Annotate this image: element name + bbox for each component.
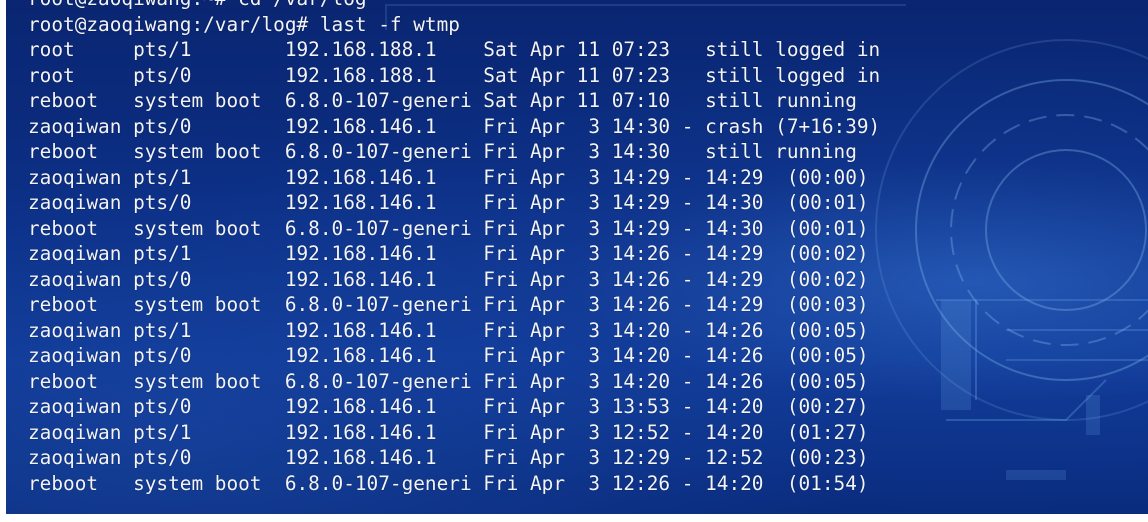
output-line: zaoqiwan pts/0 192.168.146.1 Fri Apr 3 1… <box>28 344 869 367</box>
output-line: zaoqiwan pts/1 192.168.146.1 Fri Apr 3 1… <box>28 242 869 265</box>
terminal-output: root@zaoqiwang:~# cd /var/logroot@zaoqiw… <box>28 0 880 496</box>
output-line: zaoqiwan pts/0 192.168.146.1 Fri Apr 3 1… <box>28 267 869 291</box>
output-line: zaoqiwan pts/1 192.168.146.1 Fri Apr 3 1… <box>28 318 869 342</box>
output-line: reboot system boot 6.8.0-107-generi Fri … <box>28 216 869 240</box>
output-line: reboot system boot 6.8.0-107-generi Sat … <box>28 89 857 112</box>
output-line: reboot system boot 6.8.0-107-generi Fri … <box>28 369 869 393</box>
output-line: zaoqiwan pts/1 192.168.146.1 Fri Apr 3 1… <box>28 165 869 189</box>
output-line: zaoqiwan pts/0 192.168.146.1 Fri Apr 3 1… <box>28 446 869 469</box>
output-line: reboot system boot 6.8.0-107-generi Fri … <box>28 471 869 495</box>
output-line: zaoqiwan pts/0 192.168.146.1 Fri Apr 3 1… <box>28 395 869 418</box>
terminal-window[interactable]: root@zaoqiwang:~# cd /var/logroot@zaoqiw… <box>6 0 1148 514</box>
output-line: root pts/0 192.168.188.1 Sat Apr 11 07:2… <box>28 63 881 87</box>
prompt-cd-line: root@zaoqiwang:~# cd /var/log <box>28 0 880 12</box>
output-line: zaoqiwan pts/0 192.168.146.1 Fri Apr 3 1… <box>28 191 869 214</box>
output-line: reboot system boot 6.8.0-107-generi Fri … <box>28 293 869 316</box>
prompt-last-command-line: root@zaoqiwang:/var/log# last -f wtmp <box>28 12 460 36</box>
output-line: zaoqiwan pts/0 192.168.146.1 Fri Apr 3 1… <box>28 114 881 138</box>
output-line: zaoqiwan pts/1 192.168.146.1 Fri Apr 3 1… <box>28 420 869 444</box>
output-line: reboot system boot 6.8.0-107-generi Fri … <box>28 140 857 163</box>
output-line: root pts/1 192.168.188.1 Sat Apr 11 07:2… <box>28 38 881 61</box>
